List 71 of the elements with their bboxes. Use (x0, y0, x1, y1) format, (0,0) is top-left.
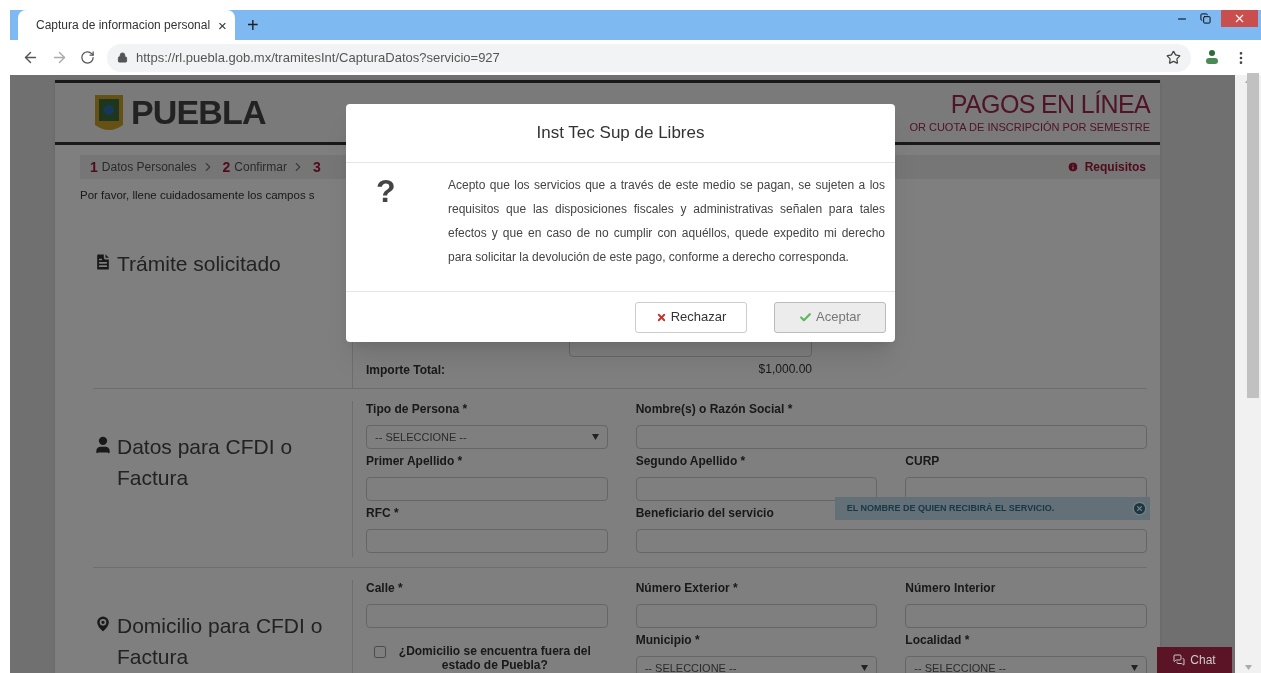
caret-icon (591, 434, 599, 441)
close-button[interactable] (1221, 10, 1258, 27)
page-subtitle: OR CUOTA DE INSCRIPCIÓN POR SEMESTRE (909, 120, 1150, 136)
field-label: Nombre(s) o Razón Social * (635, 401, 793, 418)
input-field[interactable] (366, 604, 608, 629)
extension-icon[interactable] (1203, 48, 1221, 67)
section-title: Trámite solicitado (117, 251, 281, 278)
input-field[interactable] (905, 604, 1147, 629)
step-label: Datos Personales (101, 159, 197, 176)
step-label: Confirmar (234, 159, 287, 176)
field-label: Calle * (366, 580, 403, 597)
input-field[interactable] (635, 425, 1147, 450)
forward-icon[interactable] (51, 49, 68, 66)
page-title: PAGOS EN LÍNEA (950, 89, 1150, 120)
star-icon[interactable] (1166, 50, 1181, 65)
field-label: CURP (905, 453, 940, 470)
brand-name: PUEBLA (131, 92, 266, 133)
step-number: 1 (90, 157, 98, 177)
step-number: 2 (222, 157, 231, 177)
field-label: Beneficiario del servicio (635, 505, 774, 522)
close-icon (1233, 12, 1246, 25)
select-field[interactable]: -- SELECCIONE -- (905, 656, 1147, 673)
section-title: Datos para CFDI o Factura (117, 434, 294, 492)
modal-message: Acepto que los servicios que a través de este medio se pagan, se sujeten a los requisitos que las disposiciones fiscales y administrativas señalen para tales efectos y que en caso de no cumplir con aquéllos, quede expedito mi derecho para solicitar la devolución de este pago, conforme a derecho corresponda. (448, 177, 885, 266)
input-field[interactable] (635, 604, 878, 629)
field-label: RFC * (366, 505, 399, 522)
scrollbar-thumb[interactable] (1247, 73, 1259, 398)
new-tab-button[interactable]: + (247, 15, 259, 35)
field-label: Número Exterior * (635, 580, 738, 597)
reload-icon[interactable] (80, 50, 95, 65)
close-icon[interactable] (1131, 501, 1147, 517)
info-icon (1066, 161, 1079, 173)
person-icon (93, 435, 113, 456)
caret-icon (1131, 665, 1138, 672)
lock-icon (117, 52, 128, 63)
chat-icon (1173, 654, 1186, 666)
check-icon (799, 310, 813, 324)
step-number: 3 (313, 157, 321, 177)
x-icon (655, 311, 667, 323)
address-bar[interactable]: https://rl.puebla.gob.mx/tramitesInt/CapturaDatos?servicio=927 (107, 43, 1191, 72)
total-amount: $1,000.00 (757, 361, 812, 379)
chat-button[interactable]: Chat (1157, 647, 1232, 673)
select-field[interactable]: -- SELECCIONE -- (635, 656, 878, 673)
caret-icon (861, 665, 869, 672)
section-title: Domicilio para CFDI o Factura (117, 613, 324, 671)
field-label: Municipio * (635, 632, 700, 649)
field-label: Tipo de Persona * (366, 401, 468, 418)
field-label: Número Interior (905, 580, 996, 597)
input-field[interactable] (635, 477, 878, 502)
scroll-down-icon[interactable] (1244, 665, 1252, 670)
tab-close-button[interactable]: × (218, 17, 227, 33)
row-label: Importe Total: (366, 363, 446, 378)
tooltip: EL NOMBRE DE QUIEN RECIBIRÁ EL SERVICIO. (834, 497, 1150, 521)
checkbox-label: ¿Domicilio se encuentra fuera del estado de Puebla? (397, 644, 592, 673)
url-text: https://rl.puebla.gob.mx/tramitesInt/CapturaDatos?servicio=927 (136, 48, 501, 67)
back-icon[interactable] (22, 49, 39, 66)
field-label: Segundo Apellido * (635, 453, 746, 470)
browser-tab[interactable]: Captura de informacion personal × (18, 10, 235, 40)
input-field[interactable] (635, 529, 1147, 554)
reject-button[interactable]: Rechazar (635, 301, 747, 333)
instructions-text: Por favor, llene cuidadosamente los campos s (80, 188, 315, 203)
checkbox[interactable] (373, 646, 386, 659)
field-label: Localidad * (905, 632, 970, 649)
input-field[interactable] (366, 477, 608, 502)
tab-title: Captura de informacion personal (36, 17, 211, 34)
question-mark-icon: ? (376, 173, 404, 209)
field-label: Primer Apellido * (366, 453, 463, 470)
input-field[interactable] (366, 529, 608, 554)
modal-title: Inst Tec Sup de Libres (536, 122, 705, 145)
restore-icon[interactable] (1200, 13, 1211, 24)
select-field[interactable]: -- SELECCIONE -- (366, 425, 608, 450)
